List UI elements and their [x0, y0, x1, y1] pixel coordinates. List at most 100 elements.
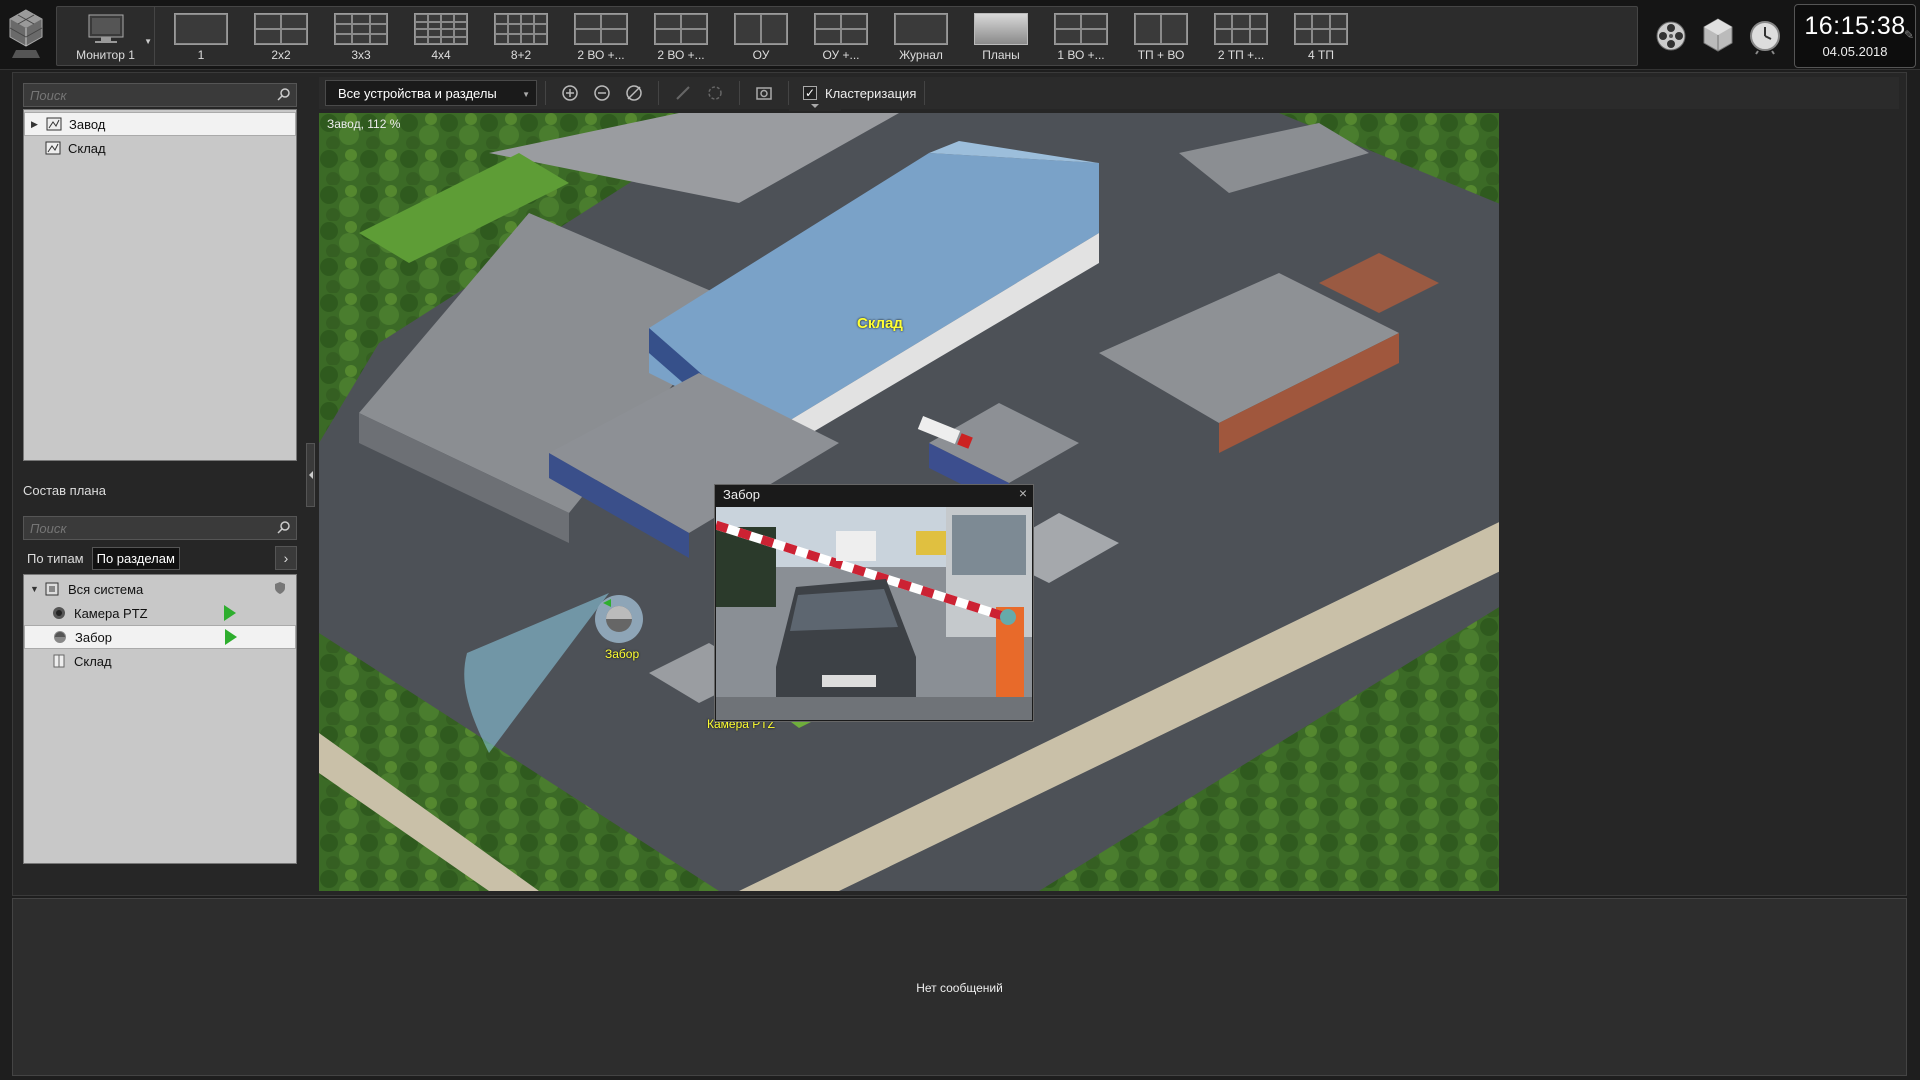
settings-puzzle-icon[interactable]	[1700, 14, 1736, 58]
plan-item-zavod[interactable]: ▶ Завод	[24, 112, 296, 136]
layout-button-label: Планы	[982, 48, 1020, 62]
popup-header: Забор ×	[715, 485, 1033, 505]
layout-button-15[interactable]: 4 ТП	[1281, 7, 1361, 65]
tab-by-types[interactable]: По типам	[23, 548, 88, 569]
video-frame[interactable]	[716, 507, 1032, 720]
fit-to-screen-icon[interactable]	[618, 80, 650, 106]
shield-icon	[274, 581, 286, 598]
tree-item-zabor[interactable]: Забор	[24, 625, 296, 649]
video-popup[interactable]: Забор ×	[714, 484, 1034, 722]
close-icon[interactable]: ×	[1019, 485, 1027, 501]
layout-button-10[interactable]: Журнал	[881, 7, 961, 65]
play-icon[interactable]	[225, 629, 237, 645]
layout-button-label: ТП + ВО	[1137, 48, 1185, 62]
app-logo-icon	[6, 6, 46, 62]
layout-button-14[interactable]: 2 ТП +...	[1201, 7, 1281, 65]
composition-tabs: По типам По разделам ›	[23, 546, 297, 570]
popup-title: Забор	[723, 487, 760, 502]
search-icon[interactable]	[277, 520, 291, 539]
tree-item-label: Склад	[74, 653, 112, 669]
chevron-down-icon[interactable]: ▼	[144, 37, 152, 46]
monitor-selector-button[interactable]: Монитор 1 ▼	[57, 7, 155, 65]
expand-arrow-icon[interactable]: ▶	[31, 119, 45, 130]
clock-panel: 16:15:38 04.05.2018	[1794, 4, 1916, 68]
chevron-down-icon: ▼	[522, 90, 530, 99]
layout-button-2[interactable]: 2x2	[241, 7, 321, 65]
layout-strip: Монитор 1 ▼ 1 2x2 3x3 4x4 8+2 2 ВО +... 2 ВО +…	[56, 6, 1638, 66]
layout-button-label: 8+2	[510, 48, 532, 62]
tree-item-all-system[interactable]: ▼ Вся система	[24, 577, 296, 601]
layout-buttons: 1 2x2 3x3 4x4 8+2 2 ВО +... 2 ВО +... ОУ ОУ +...…	[155, 7, 1361, 65]
layout-button-6[interactable]: 2 ВО +...	[561, 7, 641, 65]
plan-toolbar: Все устройства и разделы ▼ ✓ Кластеризац…	[319, 77, 1899, 109]
zoom-in-icon[interactable]	[554, 80, 586, 106]
clock-date: 04.05.2018	[1822, 44, 1888, 59]
plan-map-icon	[45, 116, 63, 132]
layout-button-7[interactable]: 2 ВО +...	[641, 7, 721, 65]
layout-grid-icon	[574, 13, 628, 45]
layout-grid-icon	[174, 13, 228, 45]
plans-search-input[interactable]	[24, 84, 296, 106]
layout-button-label: 2 ВО +...	[577, 48, 625, 62]
main-area: ▶ Завод Склад Состав плана По тип	[12, 72, 1907, 896]
layout-grid-icon	[814, 13, 868, 45]
layout-button-8[interactable]: ОУ	[721, 7, 801, 65]
dome-camera-icon	[51, 629, 69, 645]
tabs-next-button[interactable]: ›	[275, 546, 297, 570]
film-reel-icon[interactable]	[1653, 14, 1689, 58]
plan-icon	[50, 653, 68, 669]
layout-button-12[interactable]: 1 ВО +...	[1041, 7, 1121, 65]
layout-grid-icon	[734, 13, 788, 45]
layout-button-label: 4 ТП	[1308, 48, 1334, 62]
toolbar-divider	[788, 81, 789, 105]
plan-map[interactable]: Завод, 112 % Склад Забор Камера PTZ	[319, 113, 1765, 891]
layout-grid-icon	[974, 13, 1028, 45]
layout-button-label: 1	[197, 48, 205, 62]
plan-item-label: Склад	[68, 140, 106, 156]
composition-search-input[interactable]	[24, 517, 296, 539]
tab-by-sections[interactable]: По разделам	[91, 546, 180, 570]
left-panel: ▶ Завод Склад Состав плана По тип	[23, 83, 313, 893]
play-icon[interactable]	[224, 605, 236, 621]
layout-grid-icon	[654, 13, 708, 45]
layout-button-4[interactable]: 4x4	[401, 7, 481, 65]
search-icon[interactable]	[277, 87, 291, 106]
rotate-icon[interactable]	[699, 80, 731, 106]
toolbar-divider	[658, 81, 659, 105]
plan-item-sklad[interactable]: Склад	[24, 136, 296, 160]
alarm-clock-icon[interactable]	[1747, 14, 1783, 58]
layout-button-5[interactable]: 8+2	[481, 7, 561, 65]
device-filter-select[interactable]: Все устройства и разделы ▼	[325, 80, 537, 106]
clock-time: 16:15:38	[1804, 12, 1906, 40]
layout-button-1[interactable]: 1	[161, 7, 241, 65]
map-building-label: Склад	[857, 315, 903, 332]
layout-grid-icon	[1134, 13, 1188, 45]
tree-item-camera-ptz[interactable]: Камера PTZ	[24, 601, 296, 625]
monitor-label: Монитор 1	[76, 48, 135, 62]
layout-button-label: ОУ	[752, 48, 770, 62]
layout-button-3[interactable]: 3x3	[321, 7, 401, 65]
layout-button-label: 4x4	[431, 48, 451, 62]
snapshot-icon[interactable]	[748, 80, 780, 106]
layout-grid-icon	[334, 13, 388, 45]
map-camera-label-fence[interactable]: Забор	[605, 647, 639, 661]
layout-button-9[interactable]: ОУ +...	[801, 7, 881, 65]
messages-panel: Нет сообщений	[12, 898, 1907, 1076]
pencil-icon[interactable]: ✎	[1904, 28, 1914, 42]
plan-composition-title: Состав плана	[23, 483, 106, 498]
toolbar-collapse-handle[interactable]	[789, 103, 841, 111]
layout-grid-icon	[254, 13, 308, 45]
collapse-arrow-icon[interactable]: ▼	[30, 584, 44, 594]
tree-item-sklad[interactable]: Склад	[24, 649, 296, 673]
layout-grid-icon	[894, 13, 948, 45]
panel-splitter[interactable]	[306, 443, 315, 507]
edit-disabled-icon[interactable]	[667, 80, 699, 106]
zoom-out-icon[interactable]	[586, 80, 618, 106]
layout-button-13[interactable]: ТП + ВО	[1121, 7, 1201, 65]
fence-camera-marker[interactable]	[595, 593, 643, 643]
layout-grid-icon	[1214, 13, 1268, 45]
checkmark-icon[interactable]: ✓	[803, 86, 817, 100]
clustering-checkbox[interactable]: ✓ Кластеризация	[803, 86, 916, 101]
layout-grid-icon	[414, 13, 468, 45]
layout-button-11[interactable]: Планы	[961, 7, 1041, 65]
